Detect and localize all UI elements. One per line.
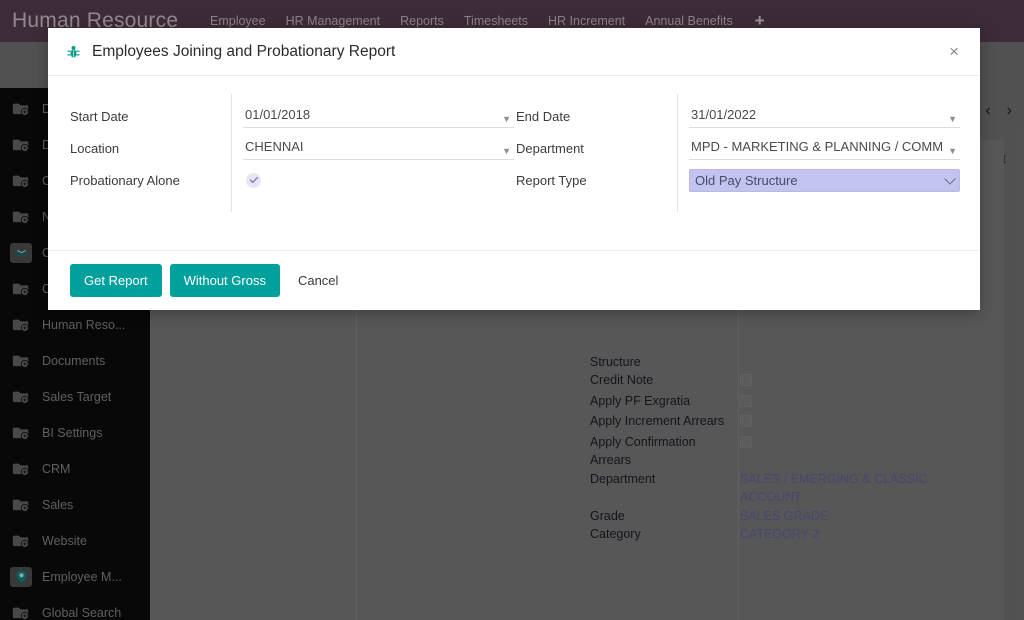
- start-date-row: ▼: [243, 100, 514, 132]
- end-date-row: ▼: [689, 100, 960, 132]
- close-icon[interactable]: ×: [946, 39, 962, 64]
- department-input[interactable]: [689, 136, 960, 160]
- without-gross-button[interactable]: Without Gross: [169, 264, 280, 297]
- right-controls: ▼ ▼ Old Pay Structure: [677, 94, 960, 212]
- form-column-left: Start Date Location Probationary Alone ▼: [68, 94, 514, 212]
- bug-icon: [66, 44, 81, 60]
- start-date-label: Start Date: [70, 108, 129, 124]
- get-report-button[interactable]: Get Report: [70, 264, 162, 297]
- department-label: Department: [516, 140, 584, 156]
- location-label: Location: [70, 140, 120, 156]
- report-dialog: Employees Joining and Probationary Repor…: [48, 28, 980, 310]
- dialog-header: Employees Joining and Probationary Repor…: [48, 28, 980, 76]
- location-row: ▼: [243, 132, 514, 164]
- probationary-alone-label: Probationary Alone: [70, 172, 180, 188]
- dialog-form: Start Date Location Probationary Alone ▼: [68, 94, 960, 212]
- right-labels: End Date Department Report Type: [514, 100, 677, 196]
- location-input[interactable]: [243, 136, 514, 160]
- form-divider-left: [231, 94, 232, 212]
- probationary-alone-row: [243, 164, 514, 196]
- dialog-footer: Get Report Without Gross Cancel: [48, 250, 980, 310]
- form-column-right: End Date Department Report Type ▼: [514, 94, 960, 212]
- report-type-label: Report Type: [516, 172, 587, 188]
- dialog-body: Start Date Location Probationary Alone ▼: [48, 76, 980, 250]
- start-date-input[interactable]: [243, 104, 514, 128]
- probationary-alone-checkbox[interactable]: [246, 172, 261, 188]
- left-controls: ▼ ▼: [231, 94, 514, 212]
- form-divider-right: [677, 94, 678, 212]
- screen: Human Resource Employee HR Management Repo…: [0, 0, 1024, 620]
- cancel-button[interactable]: Cancel: [288, 264, 348, 297]
- report-type-select[interactable]: Old Pay Structure: [689, 168, 960, 192]
- end-date-label: End Date: [516, 108, 571, 124]
- department-row: ▼: [689, 132, 960, 164]
- report-type-row: Old Pay Structure: [689, 164, 960, 196]
- end-date-input[interactable]: [689, 104, 960, 128]
- dialog-title: Employees Joining and Probationary Repor…: [92, 42, 396, 60]
- left-labels: Start Date Location Probationary Alone: [68, 100, 231, 196]
